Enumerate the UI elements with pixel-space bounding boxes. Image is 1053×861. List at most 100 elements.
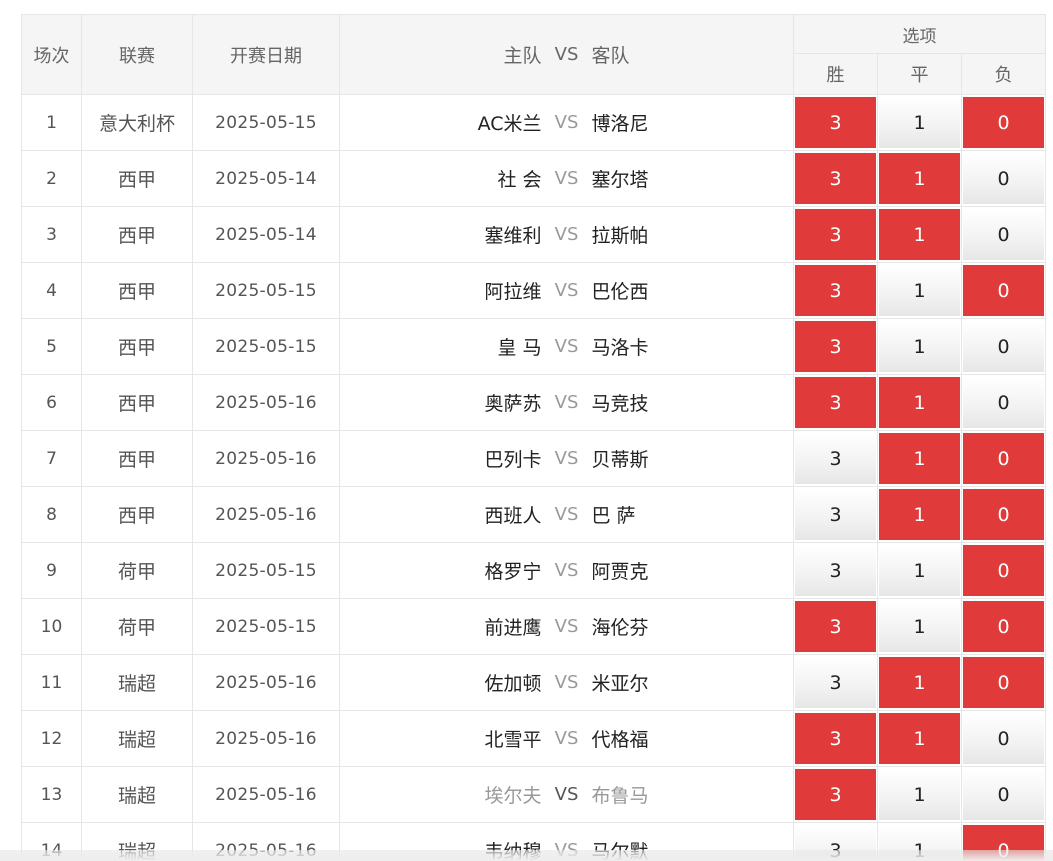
option-win-cell: 3: [793, 150, 878, 207]
option-draw-button[interactable]: 1: [879, 489, 960, 540]
option-lose-button[interactable]: 0: [963, 209, 1045, 260]
option-lose-button[interactable]: 0: [963, 657, 1045, 708]
match-teams: 北雪平 VS 代格福: [341, 712, 793, 766]
option-win-button[interactable]: 3: [795, 97, 876, 148]
option-lose-button[interactable]: 0: [963, 321, 1045, 372]
option-lose-button[interactable]: 0: [963, 545, 1045, 596]
option-draw-button[interactable]: 1: [879, 545, 960, 596]
match-date: 2025-05-15: [192, 598, 340, 655]
row-spacer: [1045, 94, 1053, 151]
match-no: 4: [21, 262, 82, 319]
option-win-cell: 3: [793, 486, 878, 543]
option-lose-button[interactable]: 0: [963, 97, 1045, 148]
option-win-button[interactable]: 3: [795, 433, 876, 484]
match-teams-cell: 巴列卡 VS 贝蒂斯: [339, 430, 794, 487]
header-match-no: 场次: [21, 14, 82, 95]
option-draw-button[interactable]: 1: [879, 601, 960, 652]
option-win-button[interactable]: 3: [795, 377, 876, 428]
header-teams: 主队 VS 客队: [339, 14, 794, 95]
option-lose-cell: 0: [960, 150, 1047, 207]
option-win-button[interactable]: 3: [795, 769, 876, 820]
option-win-button[interactable]: 3: [795, 321, 876, 372]
home-team: 奥萨苏: [484, 393, 542, 415]
option-win-button[interactable]: 3: [795, 545, 876, 596]
league-name: 瑞超: [81, 710, 193, 767]
option-win-button[interactable]: 3: [795, 489, 876, 540]
option-draw-button[interactable]: 1: [879, 657, 960, 708]
vs-label: VS: [554, 168, 579, 189]
league-name: 西甲: [81, 206, 193, 263]
home-team: 阿拉维: [484, 281, 542, 303]
away-team: 巴伦西: [591, 281, 649, 303]
option-win-button[interactable]: 3: [795, 601, 876, 652]
match-date: 2025-05-14: [192, 150, 340, 207]
option-lose-cell: 0: [960, 374, 1047, 431]
option-draw-button[interactable]: 1: [879, 769, 960, 820]
match-date: 2025-05-16: [192, 430, 340, 487]
option-draw-button[interactable]: 1: [879, 377, 960, 428]
option-lose-cell: 0: [960, 710, 1047, 767]
table-row: 12 瑞超 2025-05-16 北雪平 VS 代格福 3 1 0: [21, 710, 1053, 767]
match-teams-cell: 北雪平 VS 代格福: [339, 710, 794, 767]
match-teams-cell: AC米兰 VS 博洛尼: [339, 94, 794, 151]
option-win-cell: 3: [793, 430, 878, 487]
away-team: 布鲁马: [591, 785, 649, 807]
option-draw-button[interactable]: 1: [879, 713, 960, 764]
option-lose-cell: 0: [960, 94, 1047, 151]
option-lose-cell: 0: [960, 318, 1047, 375]
table-row: 7 西甲 2025-05-16 巴列卡 VS 贝蒂斯 3 1 0: [21, 430, 1053, 487]
option-win-cell: 3: [793, 262, 878, 319]
match-date: 2025-05-16: [192, 766, 340, 823]
option-lose-button[interactable]: 0: [963, 433, 1045, 484]
option-lose-button[interactable]: 0: [963, 713, 1045, 764]
option-draw-button[interactable]: 1: [879, 153, 960, 204]
row-spacer: [1045, 262, 1053, 319]
away-team: 拉斯帕: [591, 225, 649, 247]
match-no: 6: [21, 374, 82, 431]
option-win-button[interactable]: 3: [795, 657, 876, 708]
match-no: 13: [21, 766, 82, 823]
match-teams: 西班人 VS 巴 萨: [341, 488, 793, 542]
match-date: 2025-05-14: [192, 206, 340, 263]
vs-label: VS: [554, 280, 579, 301]
option-lose-button[interactable]: 0: [963, 601, 1045, 652]
header-spacer: [1045, 14, 1053, 95]
option-lose-button[interactable]: 0: [963, 489, 1045, 540]
vs-label: VS: [554, 392, 579, 413]
option-win-button[interactable]: 3: [795, 153, 876, 204]
header-options: 选项: [792, 14, 1047, 54]
match-date: 2025-05-15: [192, 262, 340, 319]
home-team: 巴列卡: [484, 449, 542, 471]
home-team: 北雪平: [484, 729, 542, 751]
option-draw-button[interactable]: 1: [879, 433, 960, 484]
option-draw-button[interactable]: 1: [879, 265, 960, 316]
match-date: 2025-05-16: [192, 374, 340, 431]
vs-label: VS: [554, 560, 579, 581]
option-win-button[interactable]: 3: [795, 713, 876, 764]
away-team: 塞尔塔: [591, 169, 649, 191]
option-win-cell: 3: [793, 710, 878, 767]
option-draw-cell: 1: [877, 766, 962, 823]
option-win-button[interactable]: 3: [795, 209, 876, 260]
home-team: 皇 马: [497, 337, 542, 359]
table-row: 4 西甲 2025-05-15 阿拉维 VS 巴伦西 3 1 0: [21, 262, 1053, 319]
home-team: AC米兰: [477, 113, 542, 135]
option-draw-button[interactable]: 1: [879, 97, 960, 148]
option-win-cell: 3: [793, 766, 878, 823]
league-name: 西甲: [81, 486, 193, 543]
match-no: 1: [21, 94, 82, 151]
match-options-table: 场次 联赛 开赛日期 主队 VS 客队 选项 胜 平 负 1 意大利杯 2025…: [21, 14, 1053, 861]
option-lose-button[interactable]: 0: [963, 769, 1045, 820]
option-lose-button[interactable]: 0: [963, 153, 1045, 204]
option-lose-button[interactable]: 0: [963, 377, 1045, 428]
away-team: 贝蒂斯: [591, 449, 649, 471]
option-draw-button[interactable]: 1: [879, 209, 960, 260]
option-lose-button[interactable]: 0: [963, 265, 1045, 316]
option-draw-button[interactable]: 1: [879, 321, 960, 372]
table-row: 9 荷甲 2025-05-15 格罗宁 VS 阿贾克 3 1 0: [21, 542, 1053, 599]
match-teams-cell: 社 会 VS 塞尔塔: [339, 150, 794, 207]
match-no: 10: [21, 598, 82, 655]
option-win-button[interactable]: 3: [795, 265, 876, 316]
option-win-cell: 3: [793, 206, 878, 263]
option-win-cell: 3: [793, 598, 878, 655]
